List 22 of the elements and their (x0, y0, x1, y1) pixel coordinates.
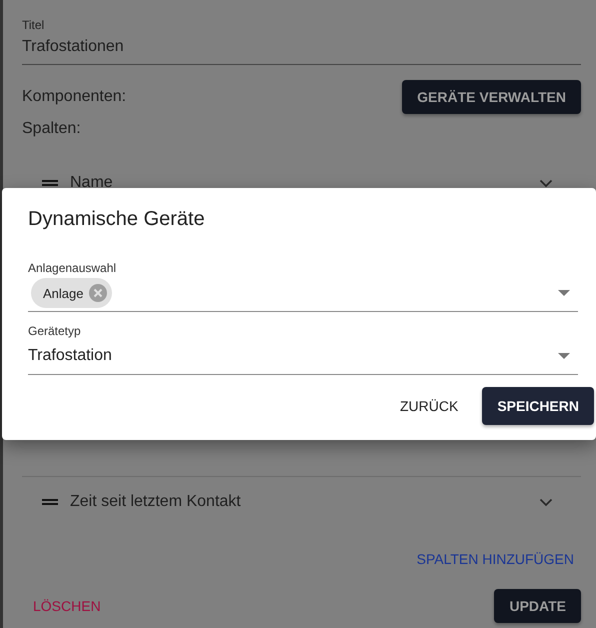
column-name: Zeit seit letztem Kontakt (70, 493, 242, 511)
components-label: Komponenten: (22, 88, 126, 106)
back-button[interactable]: ZURÜCK (392, 390, 466, 422)
field-label: Anlagenauswahl (28, 261, 118, 275)
dropdown-caret-icon[interactable] (558, 290, 570, 296)
dialog-title: Dynamische Geräte (28, 208, 206, 231)
select-field[interactable]: Anlage (28, 275, 578, 312)
update-button[interactable]: UPDATE (494, 589, 581, 623)
drag-handle-icon[interactable] (42, 180, 58, 186)
drag-handle-icon[interactable] (42, 499, 58, 505)
chip[interactable]: Anlage (31, 278, 112, 308)
columns-label: Spalten: (22, 120, 82, 138)
title-field[interactable]: Trafostationen (22, 32, 581, 65)
chevron-down-icon[interactable] (539, 498, 553, 506)
select-field[interactable]: Trafostation (28, 338, 578, 375)
dropdown-caret-icon[interactable] (558, 353, 570, 359)
manage-devices-button[interactable]: GERÄTE VERWALTEN (402, 80, 581, 114)
field-label: Titel (22, 18, 46, 32)
save-button[interactable]: SPEICHERN (482, 387, 594, 425)
chevron-down-icon[interactable] (539, 178, 553, 188)
column-name: Name (70, 174, 114, 192)
field-label: Gerätetyp (28, 324, 82, 338)
